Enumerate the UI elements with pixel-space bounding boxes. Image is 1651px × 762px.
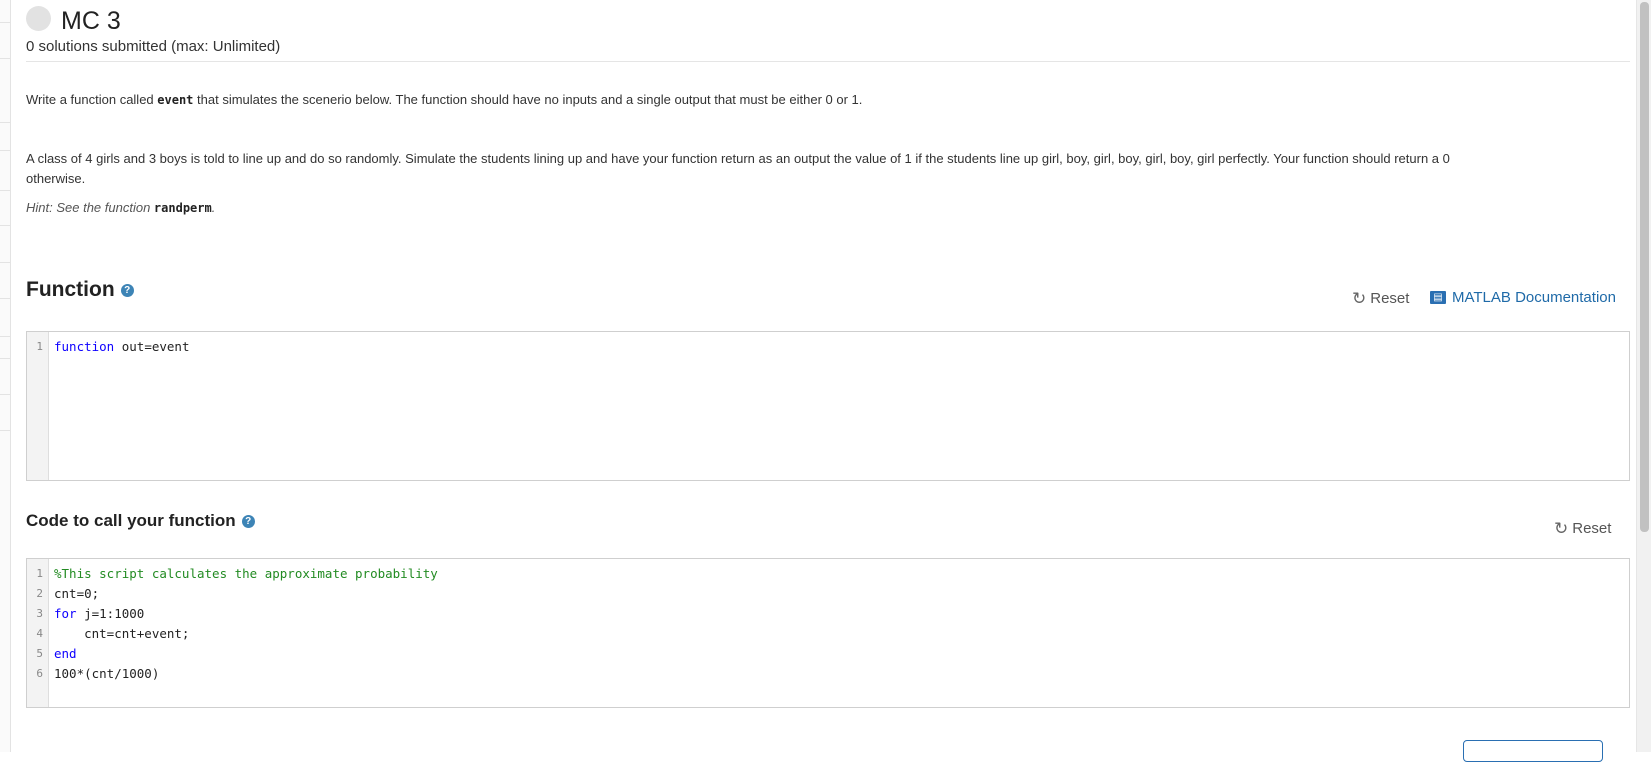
vertical-scrollbar[interactable]: [1636, 0, 1651, 752]
problem-title: MC 3: [61, 7, 121, 35]
function-code-editor[interactable]: 1 function out=event: [26, 331, 1630, 481]
line-number: 1: [36, 567, 43, 580]
code-keyword: function: [54, 339, 115, 354]
rail-divider: [0, 190, 10, 191]
line-number: 6: [36, 667, 43, 680]
hint-text: Hint: See the function randperm.: [26, 197, 215, 219]
code-text: cnt=0;: [54, 586, 100, 601]
function-section-title: Function?: [26, 278, 134, 302]
call-section-title: Code to call your function?: [26, 511, 255, 531]
code-keyword: for: [54, 606, 77, 621]
line-number: 2: [36, 587, 43, 600]
code-text: j=1:1000: [76, 606, 145, 621]
hint-code: randperm: [153, 201, 212, 215]
submit-button[interactable]: [1463, 740, 1603, 762]
rail-divider: [0, 22, 10, 23]
reset-label: Reset: [1370, 290, 1410, 307]
line-number: 4: [36, 627, 43, 640]
reset-icon: ↻: [1352, 289, 1367, 308]
rail-divider: [0, 430, 10, 431]
code-line[interactable]: 1 %This script calculates the approximat…: [27, 564, 1629, 584]
line-number: 1: [36, 340, 43, 353]
call-reset-button[interactable]: ↻ Reset: [1554, 520, 1611, 537]
code-line[interactable]: 2 cnt=0;: [27, 584, 1629, 604]
reset-icon: ↻: [1554, 519, 1569, 538]
help-icon[interactable]: ?: [120, 283, 134, 297]
problem-description: Write a function called event that simul…: [26, 89, 1606, 111]
call-title-text: Code to call your function: [26, 511, 236, 530]
rail-divider: [0, 358, 10, 359]
line-number: 5: [36, 647, 43, 660]
rail-divider: [0, 122, 10, 123]
line-number: 3: [36, 607, 43, 620]
code-text: cnt=cnt+event;: [54, 626, 190, 641]
scenario-line-1: A class of 4 girls and 3 boys is told to…: [26, 151, 1450, 166]
book-icon: ▤: [1430, 291, 1446, 304]
rail-divider: [0, 336, 10, 337]
code-text: 100*(cnt/1000): [54, 666, 160, 681]
documentation-label: MATLAB Documentation: [1452, 289, 1616, 306]
problem-header: MC 3 0 solutions submitted (max: Unlimit…: [26, 4, 1630, 62]
code-line[interactable]: 3 for j=1:1000: [27, 604, 1629, 624]
scenario-line-2: otherwise.: [26, 171, 86, 186]
reset-label: Reset: [1572, 520, 1612, 537]
status-circle-icon: [26, 6, 51, 31]
submission-count: 0 solutions submitted (max: Unlimited): [26, 38, 281, 55]
hint-punctuation: .: [211, 200, 216, 215]
hint-label: Hint: See the function: [26, 200, 154, 215]
code-text: out=event: [114, 339, 190, 354]
rail-divider: [0, 262, 10, 263]
code-line[interactable]: 6 100*(cnt/1000): [27, 664, 1629, 684]
rail-divider: [0, 298, 10, 299]
code-line[interactable]: 1 function out=event: [27, 337, 1629, 357]
function-name-code: event: [157, 93, 194, 107]
function-reset-button[interactable]: ↻ Reset: [1352, 290, 1409, 307]
left-rail: [0, 0, 11, 752]
call-code-editor[interactable]: 1 %This script calculates the approximat…: [26, 558, 1630, 708]
matlab-documentation-link[interactable]: ▤ MATLAB Documentation: [1430, 289, 1616, 306]
function-title-text: Function: [26, 278, 115, 301]
help-icon[interactable]: ?: [241, 515, 255, 529]
rail-divider: [0, 150, 10, 151]
scrollbar-thumb[interactable]: [1640, 2, 1649, 532]
description-text: Write a function called: [26, 92, 158, 107]
code-line[interactable]: 4 cnt=cnt+event;: [27, 624, 1629, 644]
rail-divider: [0, 58, 10, 59]
description-text: that simulates the scenerio below. The f…: [193, 92, 863, 107]
code-comment: %This script calculates the approximate …: [54, 566, 438, 581]
code-keyword: end: [54, 646, 77, 661]
rail-divider: [0, 225, 10, 226]
code-line[interactable]: 5 end: [27, 644, 1629, 664]
rail-divider: [0, 394, 10, 395]
